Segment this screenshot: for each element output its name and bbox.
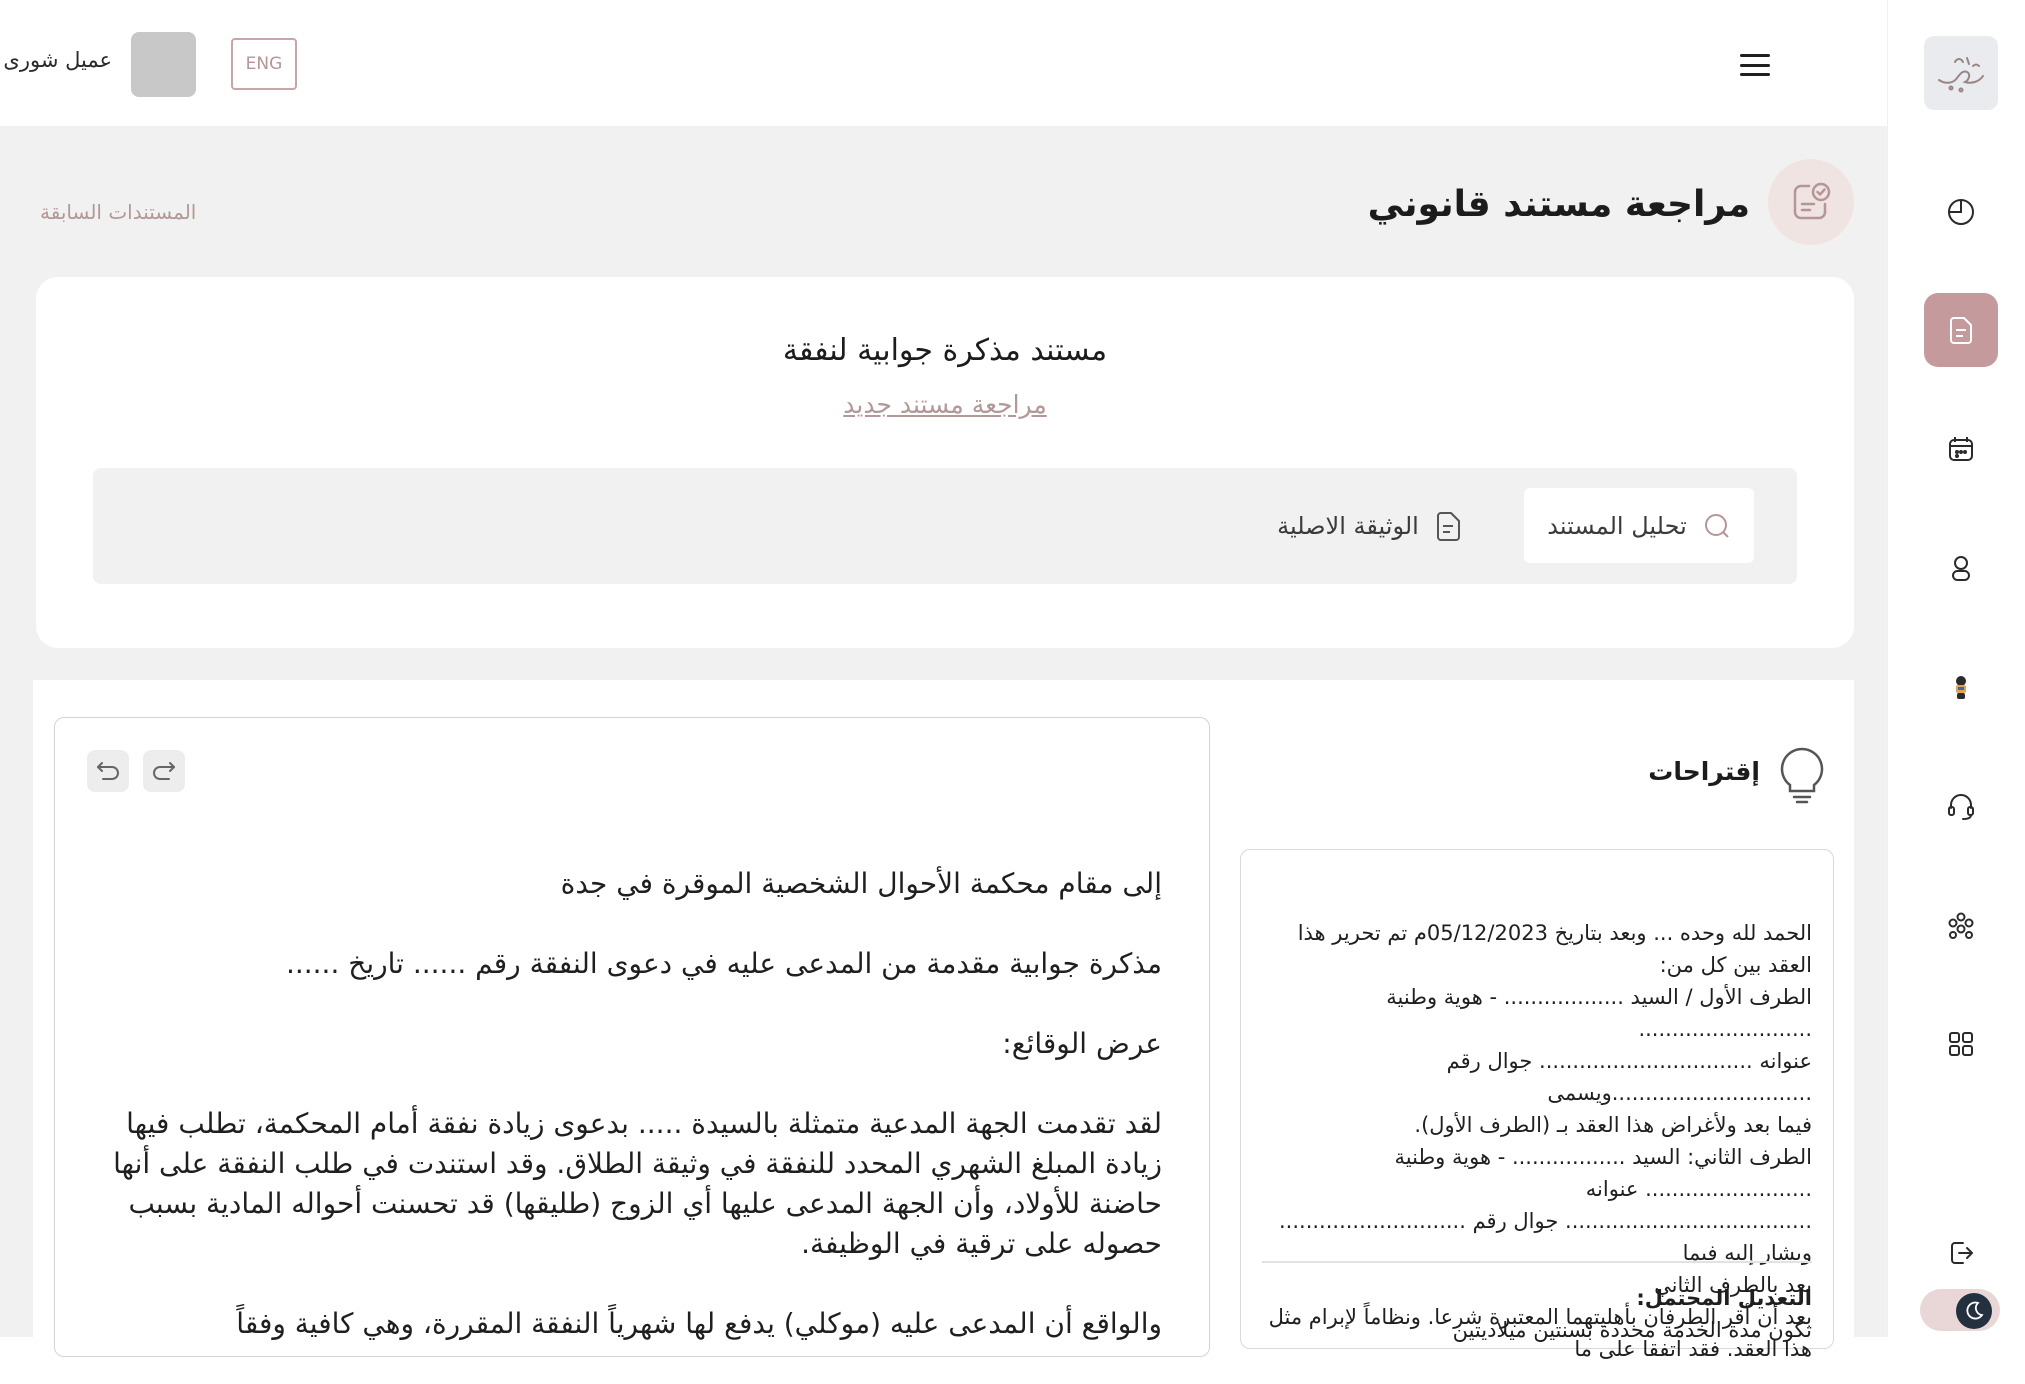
page-title: مراجعة مستند قانوني	[1367, 184, 1750, 225]
tab-document-analysis[interactable]: تحليل المستند	[1524, 488, 1754, 563]
modification-text: تكون مدة الخدمة محددة بسنتين ميلاديتين	[1452, 1318, 1812, 1342]
tab-analysis-label: تحليل المستند	[1547, 511, 1687, 540]
user-icon	[1952, 556, 1970, 581]
editor-content[interactable]: إلى مقام محكمة الأحوال الشخصية الموقرة ف…	[100, 864, 1162, 1384]
pie-chart-icon	[1948, 199, 1974, 225]
sidebar-item-community[interactable]	[1924, 888, 1998, 962]
sidebar-item-assistant[interactable]	[1924, 650, 1998, 724]
undo-button[interactable]	[87, 750, 129, 792]
sidebar-item-documents[interactable]	[1924, 293, 1998, 367]
file-text-icon	[1436, 511, 1460, 541]
tab-original-document[interactable]: الوثيقة الاصلية	[1260, 488, 1480, 563]
redo-icon	[153, 762, 175, 780]
user-name[interactable]: عميل شورى	[0, 48, 112, 84]
logout-icon	[1951, 1242, 1973, 1264]
editor-paragraph: والواقع أن المدعى عليه (موكلي) يدفع لها …	[236, 1307, 1162, 1340]
app-logo[interactable]	[1924, 36, 1998, 110]
editor-paragraph: مذكرة جوابية مقدمة من المدعى عليه في دعو…	[285, 947, 1162, 980]
suggestions-title: إقتراحات	[1648, 757, 1760, 786]
sidebar-item-calendar[interactable]	[1924, 412, 1998, 486]
search-icon	[1704, 513, 1729, 538]
suggestion-line: عنوانه ................................ …	[1446, 1049, 1812, 1105]
sidebar-item-logout[interactable]	[1924, 1216, 1998, 1290]
suggestion-line: الطرف الأول / السيد .................. -…	[1386, 985, 1812, 1041]
sidebar-item-services[interactable]	[1924, 1007, 1998, 1081]
calligraphy-logo-icon	[1938, 57, 1984, 93]
sidebar-item-dashboard[interactable]	[1924, 174, 1998, 248]
bot-avatar-icon	[1956, 676, 1966, 699]
editor-paragraph: لقد تقدمت الجهة المدعية متمثلة بالسيدة .…	[113, 1107, 1162, 1260]
people-group-icon	[1948, 912, 1974, 939]
suggestion-line: الحمد لله وحده ... وبعد بتاريخ 05/12/202…	[1297, 921, 1812, 945]
document-check-icon	[1768, 159, 1854, 245]
undo-icon	[97, 762, 119, 780]
tab-original-label: الوثيقة الاصلية	[1277, 511, 1419, 540]
headset-icon	[1948, 794, 1974, 820]
sidebar-item-profile[interactable]	[1924, 531, 1998, 605]
calendar-icon	[1949, 437, 1973, 461]
sidebar-item-support[interactable]	[1924, 769, 1998, 843]
language-button[interactable]: ENG	[231, 38, 297, 90]
previous-documents-link[interactable]: المستندات السابقة	[40, 200, 196, 224]
grid-icon	[1949, 1032, 1973, 1056]
document-icon	[1950, 317, 1972, 344]
redo-button[interactable]	[143, 750, 185, 792]
editor-paragraph: عرض الوقائع:	[1002, 1027, 1162, 1060]
hamburger-menu-icon[interactable]	[1737, 48, 1773, 82]
moon-icon[interactable]	[1956, 1293, 1992, 1329]
document-title: مستند مذكرة جوابية لنفقة	[782, 333, 1108, 368]
suggestion-line: ..................................... جو…	[1279, 1209, 1812, 1265]
suggestion-line: فيما بعد ولأغراض هذا العقد بـ (الطرف الأ…	[1414, 1113, 1812, 1137]
suggestion-line: الطرف الثاني: السيد ................. - …	[1394, 1145, 1812, 1201]
suggestion-line: العقد بين كل من:	[1659, 953, 1812, 977]
new-review-link[interactable]: مراجعة مستند جديد	[36, 390, 1854, 419]
divider	[1262, 1261, 1812, 1263]
modification-label: التعديل المحتمل:	[1636, 1286, 1812, 1310]
lightbulb-icon	[1780, 747, 1824, 804]
editor-paragraph: إلى مقام محكمة الأحوال الشخصية الموقرة ف…	[560, 867, 1162, 900]
avatar[interactable]	[131, 32, 196, 97]
